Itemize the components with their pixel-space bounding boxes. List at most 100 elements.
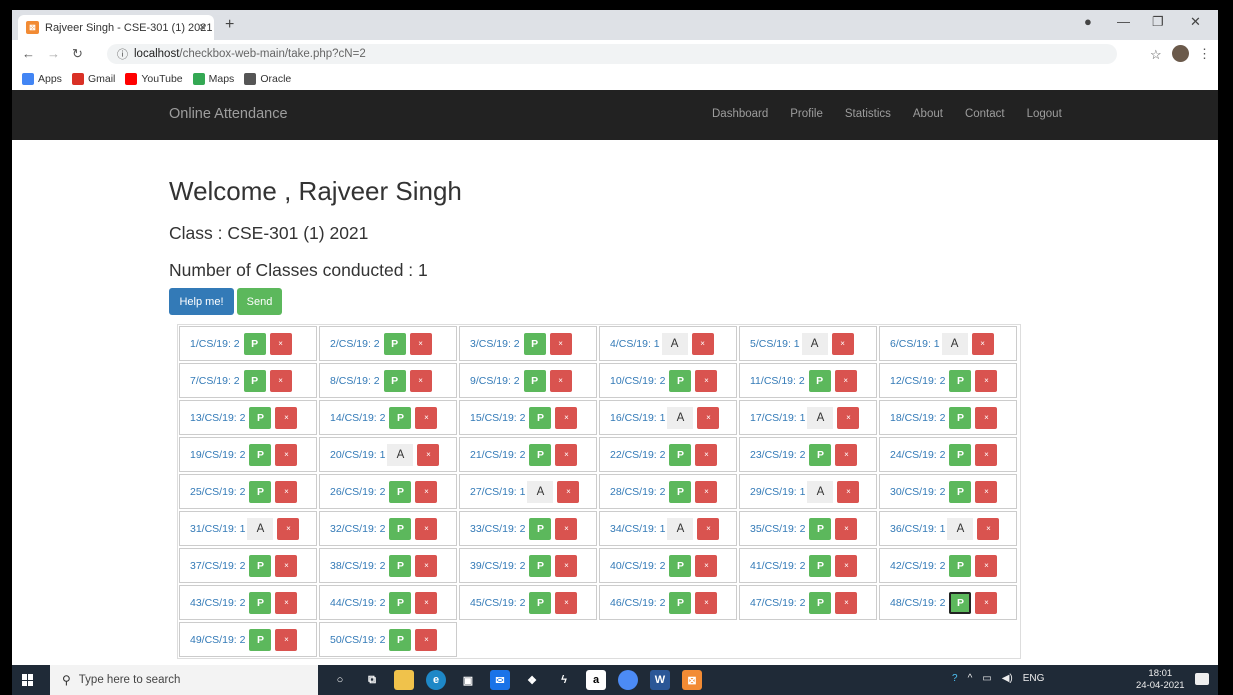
mark-absent-button[interactable]: × <box>269 369 292 392</box>
bolt-icon[interactable]: ϟ <box>554 670 574 690</box>
mark-absent-button[interactable]: × <box>834 369 857 392</box>
roll-number-link[interactable]: 3/CS/19: 2 <box>470 338 520 350</box>
mark-absent-button[interactable]: × <box>835 554 858 577</box>
mark-absent-button[interactable]: × <box>835 591 858 614</box>
mark-absent-button[interactable]: × <box>549 332 572 355</box>
close-window-icon[interactable]: ✕ <box>1190 14 1201 30</box>
roll-number-link[interactable]: 33/CS/19: 2 <box>470 523 525 535</box>
mark-absent-button[interactable]: × <box>555 443 578 466</box>
roll-number-link[interactable]: 16/CS/19: 1 <box>610 412 665 424</box>
mark-absent-button[interactable]: × <box>555 591 578 614</box>
bookmark-star-icon[interactable]: ☆ <box>1150 47 1162 63</box>
nav-link-logout[interactable]: Logout <box>1027 108 1062 120</box>
present-button[interactable]: P <box>529 591 552 614</box>
new-tab-icon[interactable]: + <box>225 16 234 34</box>
mark-absent-button[interactable]: × <box>695 591 718 614</box>
present-button[interactable]: P <box>389 480 412 503</box>
bookmark-maps[interactable]: Maps <box>192 73 234 85</box>
task-view-icon[interactable]: ⧉ <box>362 670 382 690</box>
present-button[interactable]: P <box>249 443 272 466</box>
roll-number-link[interactable]: 12/CS/19: 2 <box>890 375 945 387</box>
volume-icon[interactable]: ◀) <box>1002 673 1013 684</box>
mark-absent-button[interactable]: × <box>837 406 860 429</box>
roll-number-link[interactable]: 27/CS/19: 1 <box>470 486 525 498</box>
nav-link-contact[interactable]: Contact <box>965 108 1005 120</box>
mark-absent-button[interactable]: × <box>975 591 998 614</box>
browser-tab[interactable]: ⊠ Rajveer Singh - CSE-301 (1) 2021 × <box>18 15 214 40</box>
roll-number-link[interactable]: 39/CS/19: 2 <box>470 560 525 572</box>
cortana-icon[interactable]: ○ <box>330 670 350 690</box>
mark-absent-button[interactable]: × <box>835 517 858 540</box>
roll-number-link[interactable]: 34/CS/19: 1 <box>610 523 665 535</box>
roll-number-link[interactable]: 37/CS/19: 2 <box>190 560 245 572</box>
bookmark-oracle[interactable]: Oracle <box>244 73 291 85</box>
present-button[interactable]: P <box>669 591 692 614</box>
roll-number-link[interactable]: 6/CS/19: 1 <box>890 338 940 350</box>
mark-absent-button[interactable]: × <box>697 406 720 429</box>
present-button[interactable]: P <box>529 443 552 466</box>
mark-absent-button[interactable]: × <box>695 443 718 466</box>
mark-absent-button[interactable]: × <box>555 517 578 540</box>
roll-number-link[interactable]: 13/CS/19: 2 <box>190 412 245 424</box>
account-circle-icon[interactable]: ● <box>1084 14 1092 29</box>
mark-absent-button[interactable]: × <box>555 406 578 429</box>
roll-number-link[interactable]: 19/CS/19: 2 <box>190 449 245 461</box>
mark-absent-button[interactable]: × <box>975 480 998 503</box>
mark-absent-button[interactable]: × <box>697 517 720 540</box>
roll-number-link[interactable]: 29/CS/19: 1 <box>750 486 805 498</box>
mark-absent-button[interactable]: × <box>409 332 432 355</box>
mark-absent-button[interactable]: × <box>275 480 298 503</box>
mark-absent-button[interactable]: × <box>415 554 438 577</box>
present-button[interactable]: P <box>669 554 692 577</box>
roll-number-link[interactable]: 45/CS/19: 2 <box>470 597 525 609</box>
mark-absent-button[interactable]: × <box>417 443 440 466</box>
roll-number-link[interactable]: 10/CS/19: 2 <box>610 375 665 387</box>
absent-status[interactable]: A <box>801 332 828 355</box>
present-button[interactable]: P <box>243 332 266 355</box>
present-button[interactable]: P <box>949 443 972 466</box>
absent-status[interactable]: A <box>667 517 694 540</box>
roll-number-link[interactable]: 11/CS/19: 2 <box>750 375 805 387</box>
reload-icon[interactable]: ↻ <box>72 46 83 62</box>
mark-absent-button[interactable]: × <box>275 406 298 429</box>
roll-number-link[interactable]: 24/CS/19: 2 <box>890 449 945 461</box>
roll-number-link[interactable]: 26/CS/19: 2 <box>330 486 385 498</box>
roll-number-link[interactable]: 41/CS/19: 2 <box>750 560 805 572</box>
roll-number-link[interactable]: 28/CS/19: 2 <box>610 486 665 498</box>
mark-absent-button[interactable]: × <box>975 406 998 429</box>
roll-number-link[interactable]: 47/CS/19: 2 <box>750 597 805 609</box>
mark-absent-button[interactable]: × <box>275 591 298 614</box>
back-icon[interactable]: ← <box>22 46 35 61</box>
present-button[interactable]: P <box>808 369 831 392</box>
menu-kebab-icon[interactable]: ⋮ <box>1198 46 1211 62</box>
mark-absent-button[interactable]: × <box>695 480 718 503</box>
present-button[interactable]: P <box>809 591 832 614</box>
roll-number-link[interactable]: 48/CS/19: 2 <box>890 597 945 609</box>
nav-link-about[interactable]: About <box>913 108 943 120</box>
present-button[interactable]: P <box>949 369 972 392</box>
minimize-icon[interactable]: — <box>1117 14 1130 29</box>
mark-absent-button[interactable]: × <box>275 628 298 651</box>
absent-status[interactable]: A <box>947 517 974 540</box>
roll-number-link[interactable]: 40/CS/19: 2 <box>610 560 665 572</box>
roll-number-link[interactable]: 17/CS/19: 1 <box>750 412 805 424</box>
present-button[interactable]: P <box>389 591 412 614</box>
roll-number-link[interactable]: 30/CS/19: 2 <box>890 486 945 498</box>
mark-absent-button[interactable]: × <box>975 369 998 392</box>
roll-number-link[interactable]: 43/CS/19: 2 <box>190 597 245 609</box>
file-explorer-icon[interactable] <box>394 670 414 690</box>
help-tray-icon[interactable]: ? <box>952 673 958 684</box>
roll-number-link[interactable]: 46/CS/19: 2 <box>610 597 665 609</box>
mark-absent-button[interactable]: × <box>269 332 292 355</box>
mark-absent-button[interactable]: × <box>415 517 438 540</box>
present-button[interactable]: P <box>249 480 272 503</box>
xampp-taskbar-icon[interactable]: ⊠ <box>682 670 702 690</box>
present-button[interactable]: P <box>809 443 832 466</box>
nav-link-profile[interactable]: Profile <box>790 108 823 120</box>
mark-absent-button[interactable]: × <box>975 443 998 466</box>
windows-start-icon[interactable] <box>22 674 34 686</box>
chevron-up-icon[interactable]: ^ <box>968 673 973 684</box>
present-button[interactable]: P <box>389 517 412 540</box>
mark-absent-button[interactable]: × <box>275 554 298 577</box>
language-indicator[interactable]: ENG <box>1023 673 1045 684</box>
